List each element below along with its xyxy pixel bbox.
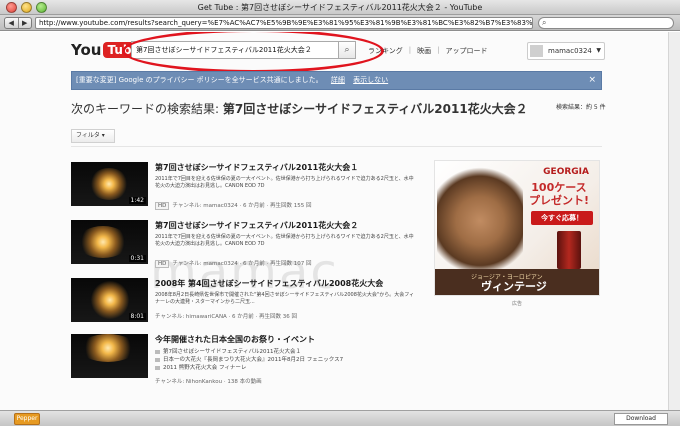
vertical-scrollbar[interactable] xyxy=(668,32,680,410)
video-meta: HD チャンネル: mamac0324 · 6 か月前 · 再生回数 107 回 xyxy=(155,259,312,268)
hd-badge: HD xyxy=(155,202,170,210)
search-input[interactable]: 第7回させぼシーサイドフェスティバル2011花火大会２ xyxy=(131,41,339,59)
nav-separator: | xyxy=(408,46,412,54)
browser-toolbar: ◀ ▶ http://www.youtube.com/results?searc… xyxy=(0,15,680,31)
video-thumbnail[interactable]: 0:31 xyxy=(71,220,148,264)
ad-promo-line2: プレゼント! xyxy=(528,194,589,207)
forward-button[interactable]: ▶ xyxy=(17,18,32,28)
playlist-title-link[interactable]: 今年開催された日本全国のお祭り・イベント xyxy=(155,334,315,345)
video-meta: HD チャンネル: mamac0324 · 6 か月前 · 再生回数 155 回 xyxy=(155,201,312,210)
ad-promo-line1: 100ケース xyxy=(531,181,587,194)
pepper-icon[interactable]: Pepper xyxy=(14,413,40,425)
nav-movies[interactable]: 映画 xyxy=(417,46,431,56)
chevron-down-icon: ▼ xyxy=(596,47,601,54)
video-title-link[interactable]: 第7回させぼシーサイドフェスティバル2011花火大会２ xyxy=(155,220,358,231)
video-thumbnail[interactable]: 1:42 xyxy=(71,162,148,206)
video-meta: チャンネル: himawariCANA · 6 か月前 · 再生回数 36 回 xyxy=(155,314,298,320)
notice-hide-link[interactable]: 表示しない xyxy=(353,76,388,84)
download-button[interactable]: Download xyxy=(614,413,668,425)
ad-apply-button[interactable]: 今すぐ応募！ xyxy=(531,211,593,225)
fireworks-image xyxy=(79,334,137,362)
top-nav: ランキング | 映画 | アップロード xyxy=(368,46,488,56)
video-duration: 1:42 xyxy=(128,197,146,204)
playlist-entry[interactable]: 第7回させぼシーサイドフェスティバル2011花火大会１ xyxy=(155,348,343,356)
video-title-link[interactable]: 2008年 第4回させぼシーサイドフェスティバル2008花火大会 xyxy=(155,278,383,289)
coffee-can-image xyxy=(557,231,581,269)
search-button[interactable]: ⌕ xyxy=(338,41,356,59)
video-result[interactable]: 1:42 第7回させぼシーサイドフェスティバル2011花火大会１ 2011年で7… xyxy=(71,162,421,222)
search-icon: ⌕ xyxy=(542,18,547,27)
video-result[interactable]: 8:01 2008年 第4回させぼシーサイドフェスティバル2008花火大会 20… xyxy=(71,278,421,338)
playlist-thumbnail[interactable] xyxy=(71,334,148,378)
status-bar: Pepper Download xyxy=(0,410,680,426)
fireworks-image xyxy=(91,280,129,320)
browser-window: Get Tube : 第7回させぼシーサイドフェスティバル2011花火大会２ -… xyxy=(0,0,680,426)
title-bar: Get Tube : 第7回させぼシーサイドフェスティバル2011花火大会２ -… xyxy=(0,0,680,15)
results-heading-query: 第7回させぼシーサイドフェスティバル2011花火大会２ xyxy=(222,102,528,116)
playlist-entry[interactable]: 日本一の大花火『長岡まつり大花火大会』2011年8月2日 フェニックス7 xyxy=(155,356,343,364)
results-heading-prefix: 次のキーワードの検索結果: xyxy=(71,102,220,116)
video-title-link[interactable]: 第7回させぼシーサイドフェスティバル2011花火大会１ xyxy=(155,162,358,173)
divider xyxy=(71,146,602,147)
logo-you: You xyxy=(71,40,102,59)
fireworks-image xyxy=(77,226,129,258)
ad-product-name: ヴィンテージ xyxy=(481,280,547,293)
video-meta-text: チャンネル: mamac0324 · 6 か月前 · 再生回数 107 回 xyxy=(172,261,312,267)
playlist-meta: チャンネル: NihonKankou · 138 本の動画 xyxy=(155,379,262,385)
close-icon[interactable]: × xyxy=(588,72,596,89)
browser-search-field[interactable]: ⌕ xyxy=(538,17,674,29)
results-count: 検索結果：約 5 件 xyxy=(556,104,606,111)
ad-promo: 100ケース プレゼント! xyxy=(529,181,589,207)
video-duration: 0:31 xyxy=(128,255,146,262)
notice-detail-link[interactable]: 詳細 xyxy=(331,76,345,84)
filter-button[interactable]: フィルタ ▾ xyxy=(71,129,115,143)
video-description: 2011年で7回目を迎える佐世保の夏の一大イベント。佐世保港から打ち上げられるワ… xyxy=(155,176,414,189)
username: mamac0324 xyxy=(548,47,592,55)
ad-brand: GEORGIA xyxy=(543,167,589,177)
nav-separator: | xyxy=(437,46,440,54)
web-page: mamac You Tube 第7回させぼシーサイドフェスティバル2011花火大… xyxy=(0,32,680,410)
video-thumbnail[interactable]: 8:01 xyxy=(71,278,148,322)
video-duration: 8:01 xyxy=(128,313,146,320)
georgia-ad-banner[interactable]: GEORGIA 100ケース プレゼント! 今すぐ応募！ ジョージア・ヨーロピア… xyxy=(434,160,600,296)
fireworks-image xyxy=(89,168,129,200)
back-button[interactable]: ◀ xyxy=(5,18,18,28)
results-heading: 次のキーワードの検索結果: 第7回させぼシーサイドフェスティバル2011花火大会… xyxy=(71,100,528,117)
user-menu[interactable]: mamac0324 ▼ xyxy=(527,42,605,60)
nav-ranking[interactable]: ランキング xyxy=(368,46,403,56)
playlist-result[interactable]: 今年開催された日本全国のお祭り・イベント 第7回させぼシーサイドフェスティバル2… xyxy=(71,334,421,396)
address-bar[interactable]: http://www.youtube.com/results?search_qu… xyxy=(35,17,533,29)
nav-buttons: ◀ ▶ xyxy=(4,17,32,29)
video-description: 2008年8月2日長崎県佐世保市で開催された"第4回させぼシーサイドフェスティバ… xyxy=(155,292,415,305)
playlist-entry[interactable]: 2011 熊野大花火大会 フィナーレ xyxy=(155,364,343,372)
avatar xyxy=(530,45,543,57)
hd-badge: HD xyxy=(155,260,170,268)
video-result[interactable]: 0:31 第7回させぼシーサイドフェスティバル2011花火大会２ 2011年で7… xyxy=(71,220,421,280)
notice-text: [重要な変更] Google のプライバシー ポリシーを全サービス共通にしました… xyxy=(76,76,323,84)
video-meta-text: チャンネル: mamac0324 · 6 か月前 · 再生回数 155 回 xyxy=(172,203,312,209)
ad-label: 広告 xyxy=(512,301,523,307)
playlist-entries: 第7回させぼシーサイドフェスティバル2011花火大会１ 日本一の大花火『長岡まつ… xyxy=(155,348,343,372)
privacy-notice-banner: [重要な変更] Google のプライバシー ポリシーを全サービス共通にしました… xyxy=(71,71,602,90)
nav-upload[interactable]: アップロード xyxy=(446,46,488,56)
window-title: Get Tube : 第7回させぼシーサイドフェスティバル2011花火大会２ -… xyxy=(197,3,483,12)
video-description: 2011年で7回目を迎える佐世保の夏の一大イベント。佐世保港から打ち上げられるワ… xyxy=(155,234,414,247)
